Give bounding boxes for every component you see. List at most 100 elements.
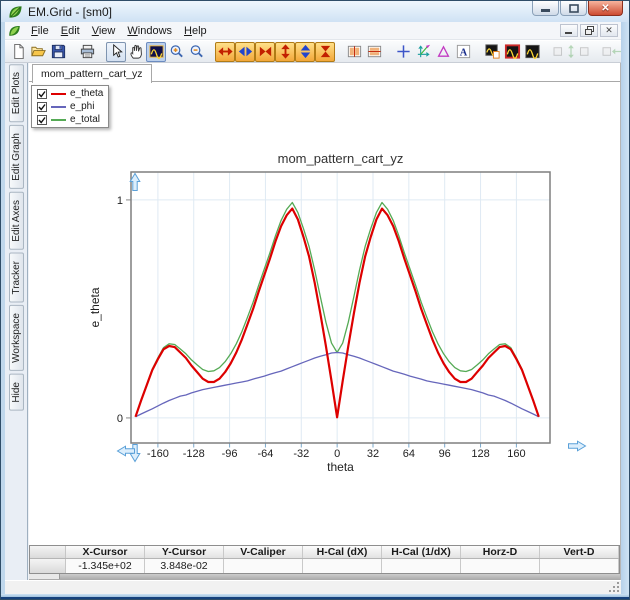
readout-header-row: X-CursorY-CursorV-CaliperH-Cal (dX)H-Cal… (30, 546, 619, 559)
select-plot-button[interactable] (146, 42, 166, 62)
new-document-icon (10, 43, 27, 60)
open-folder-icon (30, 43, 47, 60)
readout-value-row: -1.345e+023.848e-02 (30, 559, 619, 573)
align-horizontal-button[interactable] (600, 42, 621, 62)
text-annotation-button[interactable]: A (453, 42, 473, 62)
open-folder-button[interactable] (28, 42, 48, 62)
split-vertical-button[interactable] (344, 42, 364, 62)
sidebar-tab-workspace[interactable]: Workspace (9, 305, 24, 371)
split-horizontal-button[interactable] (364, 42, 384, 62)
sidebar-tab-edit-axes[interactable]: Edit Axes (9, 192, 24, 250)
legend-line-sample (51, 93, 66, 95)
readout-col-horz-d: Horz-D (461, 546, 540, 558)
plot-window-red-icon (504, 43, 521, 60)
document-icon (8, 24, 21, 37)
readout-col-v-caliper: V-Caliper (224, 546, 303, 558)
legend-checkbox-e_phi[interactable] (37, 102, 47, 112)
legend-label: e_theta (70, 88, 103, 99)
mdi-restore-button[interactable] (580, 24, 598, 37)
close-icon: ✕ (601, 3, 609, 14)
svg-text:-64: -64 (257, 448, 273, 460)
sidebar-tab-edit-plots[interactable]: Edit Plots (9, 64, 24, 122)
tracker-icon (415, 43, 432, 60)
delta-marker-icon (435, 43, 452, 60)
plot-window-button[interactable] (522, 42, 542, 62)
svg-text:-96: -96 (222, 448, 238, 460)
svg-text:-32: -32 (293, 448, 309, 460)
zoom-in-button[interactable] (166, 42, 186, 62)
svg-text:mom_pattern_cart_yz: mom_pattern_cart_yz (278, 151, 404, 166)
menu-edit[interactable]: Edit (55, 24, 86, 38)
mdi-minimize-icon (565, 27, 573, 35)
zoom-out-button[interactable] (186, 42, 206, 62)
legend-checkbox-e_theta[interactable] (37, 89, 47, 99)
copy-plot-button[interactable] (482, 42, 502, 62)
window-title: EM.Grid - [sm0] (28, 5, 112, 19)
pan-hand-button[interactable] (126, 42, 146, 62)
svg-text:-160: -160 (147, 448, 169, 460)
new-document-button[interactable] (8, 42, 28, 62)
readout-col-h-cal-dx-: H-Cal (dX) (303, 546, 382, 558)
save-button[interactable] (48, 42, 68, 62)
minimize-icon (541, 9, 550, 12)
title-bar[interactable]: EM.Grid - [sm0] ✕ (1, 1, 629, 22)
minimize-button[interactable] (532, 1, 559, 16)
readout-value-0: -1.345e+02 (66, 559, 145, 573)
pan-y-button[interactable] (295, 42, 315, 62)
svg-text:96: 96 (439, 448, 451, 460)
menu-help[interactable]: Help (178, 24, 213, 38)
menu-bar: FileEditViewWindowsHelp ✕ (5, 22, 621, 40)
pan-x-button[interactable] (235, 42, 255, 62)
plot-document-area: mom_pattern_cart_yz mom_pattern_cart_yz -… (29, 63, 621, 580)
expand-y-icon (277, 43, 294, 60)
readout-value-4 (382, 559, 461, 573)
pan-x-icon (237, 43, 254, 60)
readout-value-5 (461, 559, 540, 573)
readout-col-x-cursor: X-Cursor (66, 546, 145, 558)
mdi-minimize-button[interactable] (560, 24, 578, 37)
add-marker-button[interactable] (393, 42, 413, 62)
print-button[interactable] (77, 42, 97, 62)
readout-value-2 (224, 559, 303, 573)
svg-text:0: 0 (334, 448, 340, 460)
compress-x-button[interactable] (255, 42, 275, 62)
text-annotation-icon: A (455, 43, 472, 60)
delta-marker-button[interactable] (433, 42, 453, 62)
mdi-close-button[interactable]: ✕ (600, 24, 618, 37)
legend-checkbox-e_total[interactable] (37, 115, 47, 125)
svg-text:e_theta: e_theta (88, 287, 102, 327)
window-border-bottom (1, 594, 629, 599)
tab-mom-pattern-cart-yz[interactable]: mom_pattern_cart_yz (32, 64, 152, 83)
sidebar-tab-strip: Edit Plots Edit Graph Edit Axes Tracker Work… (5, 63, 28, 580)
sidebar-tab-edit-graph[interactable]: Edit Graph (9, 125, 24, 189)
menu-windows[interactable]: Windows (121, 24, 178, 38)
maximize-button[interactable] (560, 1, 587, 16)
plot-canvas[interactable]: mom_pattern_cart_yz-160-128-96-64-320326… (29, 63, 620, 546)
legend-label: e_phi (70, 101, 94, 112)
pan-y-icon (297, 43, 314, 60)
align-vertical-button[interactable] (551, 42, 591, 62)
close-button[interactable]: ✕ (588, 1, 623, 16)
svg-text:-128: -128 (183, 448, 205, 460)
compress-y-button[interactable] (315, 42, 335, 62)
resize-grip[interactable] (608, 581, 620, 593)
svg-text:64: 64 (403, 448, 415, 460)
sidebar-tab-tracker[interactable]: Tracker (9, 253, 24, 303)
compress-x-icon (257, 43, 274, 60)
expand-x-button[interactable] (215, 42, 235, 62)
value-stub-cell (30, 559, 66, 573)
plot-window-icon (524, 43, 541, 60)
svg-text:128: 128 (471, 448, 489, 460)
maximize-icon (569, 4, 579, 13)
tracker-button[interactable] (413, 42, 433, 62)
legend-entry-e_phi: e_phi (34, 100, 106, 113)
svg-text:1: 1 (117, 195, 123, 207)
menu-file[interactable]: File (25, 24, 55, 38)
readout-col-h-cal-1-dx-: H-Cal (1/dX) (382, 546, 461, 558)
horizontal-scrollbar[interactable] (29, 574, 620, 580)
sidebar-tab-hide[interactable]: Hide (9, 374, 24, 411)
expand-y-button[interactable] (275, 42, 295, 62)
pointer-button[interactable] (106, 42, 126, 62)
menu-view[interactable]: View (86, 24, 122, 38)
plot-window-red-button[interactable] (502, 42, 522, 62)
